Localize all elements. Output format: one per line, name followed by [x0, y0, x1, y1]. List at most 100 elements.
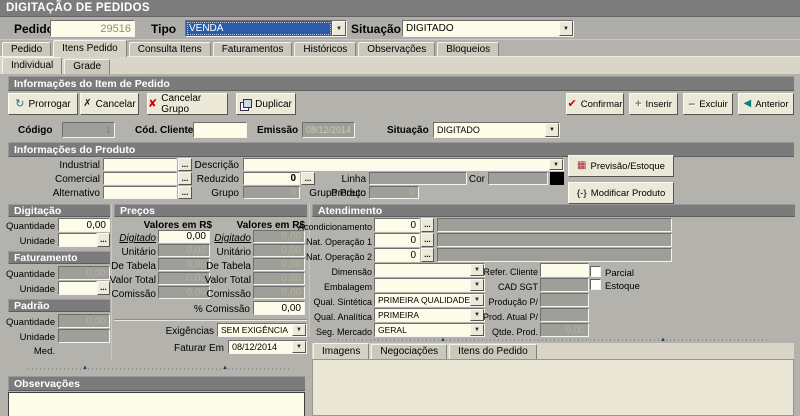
tab-pedido[interactable]: Pedido [2, 42, 51, 57]
tab-faturamentos[interactable]: Faturamentos [213, 42, 293, 57]
comercial-label: Comercial [8, 173, 100, 187]
parcial-checkbox[interactable] [590, 266, 601, 277]
tipo-dropdown-button[interactable]: ▼ [332, 21, 346, 36]
collapse-up-icon[interactable]: ▲ [222, 365, 228, 371]
acondicionamento-lookup-button[interactable]: ... [421, 218, 434, 232]
unitario-label-1: Unitário [98, 246, 156, 260]
anterior-button[interactable]: ◀ Anterior [738, 93, 794, 115]
dimensao-combo[interactable]: ▼ [374, 263, 485, 277]
splitter-dots [330, 339, 770, 341]
modificar-produto-button[interactable]: {-} Modificar Produto [568, 182, 674, 204]
modificar-produto-label: Modificar Produto [591, 188, 665, 199]
tab-grade[interactable]: Grade [64, 59, 110, 74]
left-splitter[interactable]: ▲ ▲ [0, 365, 310, 372]
pedido-field[interactable]: 29516 [50, 20, 135, 37]
estoque-checkbox[interactable] [590, 279, 601, 290]
seg-mercado-combo[interactable]: GERAL ▼ [374, 323, 485, 337]
nat-operacao1-lookup-button[interactable]: ... [421, 233, 434, 247]
acondicionamento-field[interactable]: 0 [374, 218, 420, 232]
faturar-em-dropdown-button[interactable]: ▼ [292, 341, 306, 353]
grupo-preco-field: 0 [369, 186, 419, 199]
estoque-checkbox-label[interactable]: Estoque [605, 280, 640, 294]
observacoes-textarea[interactable] [8, 392, 305, 416]
descricao-value [244, 159, 549, 170]
industrial-field[interactable] [103, 158, 177, 171]
parcial-checkbox-label[interactable]: Parcial [605, 267, 634, 281]
tab-itens-do-pedido[interactable]: Itens do Pedido [449, 344, 537, 359]
nat-operacao2-lookup-button[interactable]: ... [421, 248, 434, 262]
digitacao-header: Digitação [8, 204, 110, 217]
nat-operacao1-value: 0 [410, 235, 416, 246]
nat-operacao2-field[interactable]: 0 [374, 248, 420, 262]
qual-sintetica-value: PRIMEIRA QUALIDADE [375, 294, 470, 306]
pct-comissao-label: % Comissão [168, 303, 250, 317]
qual-sintetica-label: Qual. Sintética [288, 295, 372, 309]
chevron-down-icon: ▼ [563, 26, 569, 32]
situacao-label: Situação [351, 20, 401, 38]
emissao-label: Emissão [257, 124, 298, 138]
tipo-combo[interactable]: VENDA ▼ [185, 20, 347, 37]
cod-cliente-field[interactable] [193, 122, 247, 138]
faturar-em-combo[interactable]: 08/12/2014 ▼ [228, 340, 307, 354]
refer-cliente-field[interactable] [540, 263, 589, 277]
tab-bloqueios[interactable]: Bloqueios [437, 42, 499, 57]
comercial-field[interactable] [103, 172, 177, 185]
sub-tab-bar: Individual Grade [2, 57, 112, 74]
chevron-down-icon: ▼ [474, 267, 480, 273]
nat-operacao2-desc-field [437, 248, 672, 262]
prorrogar-button[interactable]: ↻ Prorrogar [8, 93, 78, 115]
item-section-header: Informações do Item de Pedido [8, 76, 794, 91]
previsao-estoque-button[interactable]: ▦ Previsão/Estoque [568, 155, 674, 177]
alternativo-field[interactable] [103, 186, 177, 199]
digitado-label-1[interactable]: Digitado [98, 232, 156, 246]
tab-itens-pedido[interactable]: Itens Pedido [53, 40, 127, 57]
main-tab-bar: Pedido Itens Pedido Consulta Itens Fatur… [2, 40, 501, 57]
emissao-value: 08/12/2014 [306, 125, 351, 135]
tab-observacoes[interactable]: Observações [358, 42, 435, 57]
forecast-stock-icon: ▦ [577, 161, 586, 171]
cancelar-grupo-button[interactable]: ✘ Cancelar Grupo [147, 93, 228, 115]
tab-historicos[interactable]: Históricos [294, 42, 356, 57]
reduzido-field[interactable]: 0 [243, 172, 300, 185]
exigencias-value: SEM EXIGÊNCIA [218, 324, 292, 336]
embalagem-combo[interactable]: ▼ [374, 278, 485, 292]
cad-sgt-field [540, 278, 589, 292]
plus-icon: + [635, 99, 641, 110]
cod-cliente-label: Cód. Cliente [135, 124, 193, 138]
situacao-value: DIGITADO [403, 21, 559, 36]
precos-header: Preços [114, 204, 307, 217]
digitacao-unidade-field[interactable] [58, 233, 97, 247]
tab-consulta-itens[interactable]: Consulta Itens [129, 42, 211, 57]
nat-operacao1-field[interactable]: 0 [374, 233, 420, 247]
qual-analitica-combo[interactable]: PRIMEIRA ▼ [374, 308, 485, 322]
situacao-row-combo[interactable]: DIGITADO ▼ [433, 122, 560, 138]
bottom-tab-bar: Imagens Negociações Itens do Pedido [313, 343, 539, 359]
situacao-row-label: Situação [387, 124, 429, 138]
duplicate-icon [240, 99, 251, 110]
chevron-down-icon: ▼ [474, 312, 480, 318]
cor-field [488, 172, 548, 185]
situacao-combo[interactable]: DIGITADO ▼ [402, 20, 574, 37]
cancelar-button[interactable]: ✗ Cancelar [80, 93, 139, 115]
descricao-dropdown-button[interactable]: ▼ [549, 159, 563, 170]
chevron-down-icon: ▼ [296, 344, 302, 350]
de-tabela-label-1: De Tabela [98, 260, 156, 274]
digitacao-quantidade-field[interactable]: 0,00 [58, 218, 110, 232]
excluir-button[interactable]: − Excluir [683, 93, 733, 115]
chevron-down-icon: ▼ [474, 282, 480, 288]
inserir-button[interactable]: + Inserir [629, 93, 678, 115]
tab-individual[interactable]: Individual [2, 57, 62, 74]
confirmar-button[interactable]: ✔ Confirmar [566, 93, 624, 115]
collapse-up-icon[interactable]: ▲ [82, 365, 88, 371]
cancel-group-x-icon: ✘ [148, 99, 157, 110]
tab-imagens[interactable]: Imagens [313, 343, 369, 359]
situacao-row-dropdown-button[interactable]: ▼ [545, 123, 559, 137]
qual-sintetica-combo[interactable]: PRIMEIRA QUALIDADE ▼ [374, 293, 485, 307]
window-title: DIGITAÇÃO DE PEDIDOS [0, 0, 800, 17]
faturamento-header: Faturamento [8, 251, 110, 264]
descricao-combo[interactable]: ▼ [243, 158, 564, 171]
tab-negociacoes[interactable]: Negociações [371, 344, 447, 359]
situacao-dropdown-button[interactable]: ▼ [559, 21, 573, 36]
faturamento-unidade-field[interactable] [58, 281, 97, 295]
duplicar-button[interactable]: Duplicar [236, 93, 296, 115]
